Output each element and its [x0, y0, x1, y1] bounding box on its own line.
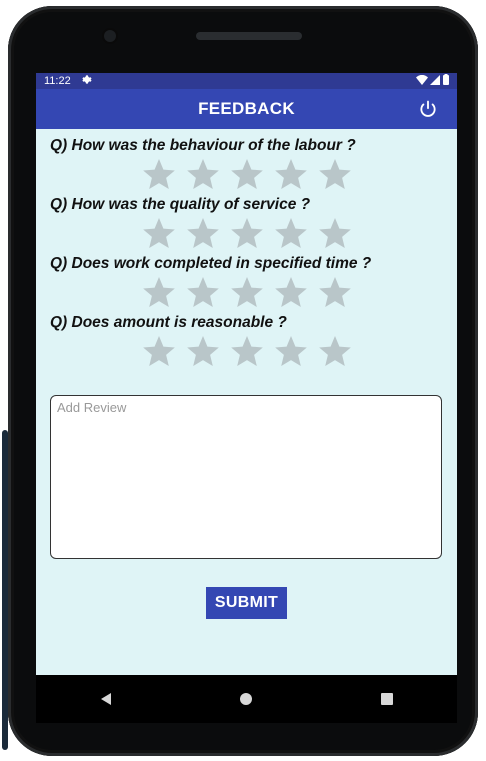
rating-stars — [50, 158, 443, 190]
star-icon[interactable] — [228, 276, 266, 308]
star-icon[interactable] — [140, 217, 178, 249]
question-text: Q) How was the behaviour of the labour ? — [50, 137, 356, 154]
star-icon[interactable] — [272, 217, 310, 249]
question-block: Q) Does amount is reasonable ? — [50, 314, 443, 367]
star-icon[interactable] — [184, 335, 222, 367]
feedback-form: Q) How was the behaviour of the labour ?… — [36, 129, 457, 619]
rating-stars — [50, 276, 443, 308]
screen: 11:22 FEEDBACK Q) How was the behaviour … — [36, 73, 457, 675]
star-icon[interactable] — [184, 217, 222, 249]
star-icon[interactable] — [316, 335, 354, 367]
star-icon[interactable] — [184, 158, 222, 190]
star-icon[interactable] — [316, 276, 354, 308]
battery-icon — [443, 74, 449, 88]
status-bar: 11:22 — [36, 73, 457, 89]
recents-icon[interactable] — [367, 684, 407, 714]
speaker-grille — [196, 32, 302, 40]
star-icon[interactable] — [316, 158, 354, 190]
signal-icon — [430, 74, 440, 88]
question-block: Q) How was the quality of service ? — [50, 196, 443, 249]
app-bar: FEEDBACK — [36, 89, 457, 129]
star-icon[interactable] — [272, 335, 310, 367]
star-icon[interactable] — [228, 335, 266, 367]
review-input[interactable]: Add Review — [50, 395, 442, 559]
rating-stars — [50, 335, 443, 367]
star-icon[interactable] — [140, 276, 178, 308]
review-placeholder: Add Review — [57, 400, 127, 415]
star-icon[interactable] — [140, 158, 178, 190]
submit-wrap: SUBMIT — [50, 587, 443, 619]
star-icon[interactable] — [272, 158, 310, 190]
question-text: Q) How was the quality of service ? — [50, 196, 311, 213]
home-icon[interactable] — [226, 684, 266, 714]
phone-edge — [2, 430, 8, 750]
question-text: Q) Does amount is reasonable ? — [50, 314, 287, 331]
star-icon[interactable] — [272, 276, 310, 308]
question-block: Q) How was the behaviour of the labour ? — [50, 137, 443, 190]
star-icon[interactable] — [140, 335, 178, 367]
submit-button[interactable]: SUBMIT — [205, 587, 288, 619]
power-icon[interactable] — [417, 98, 439, 120]
question-block: Q) Does work completed in specified time… — [50, 255, 443, 308]
status-time: 11:22 — [44, 75, 71, 87]
navigation-bar — [36, 675, 457, 723]
settings-icon — [81, 74, 92, 88]
star-icon[interactable] — [228, 158, 266, 190]
question-text: Q) Does work completed in specified time… — [50, 255, 372, 272]
star-icon[interactable] — [228, 217, 266, 249]
camera-icon — [104, 30, 116, 42]
rating-stars — [50, 217, 443, 249]
page-title: FEEDBACK — [198, 99, 295, 118]
back-icon[interactable] — [86, 684, 126, 714]
star-icon[interactable] — [184, 276, 222, 308]
star-icon[interactable] — [316, 217, 354, 249]
wifi-icon — [416, 74, 428, 88]
